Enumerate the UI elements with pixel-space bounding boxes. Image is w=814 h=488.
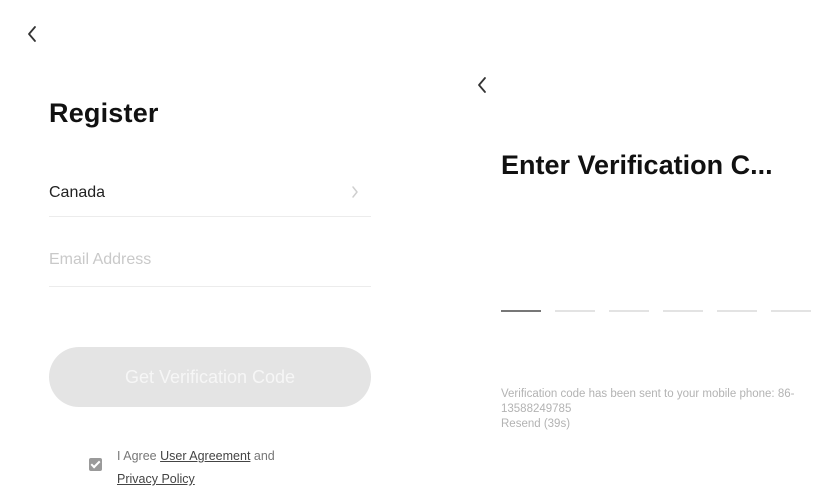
code-slot[interactable] — [501, 310, 541, 312]
agreement-prefix: I Agree — [117, 449, 161, 463]
code-slot[interactable] — [555, 310, 595, 312]
get-verification-code-button[interactable]: Get Verification Code — [49, 347, 371, 407]
email-field-row — [49, 238, 371, 287]
chevron-left-icon — [478, 77, 486, 93]
verification-info: Verification code has been sent to your … — [501, 387, 806, 432]
agree-checkbox[interactable] — [89, 458, 102, 471]
verify-page-title: Enter Verification C... — [501, 150, 773, 180]
verification-sent-text: Verification code has been sent to your … — [501, 388, 795, 415]
agreement-middle: and — [250, 449, 275, 463]
back-button[interactable] — [22, 22, 42, 46]
code-slot[interactable] — [717, 310, 757, 312]
code-slot[interactable] — [663, 310, 703, 312]
back-button-verify[interactable] — [472, 73, 492, 97]
email-field[interactable] — [49, 238, 371, 282]
chevron-left-icon — [28, 26, 36, 42]
user-agreement-link[interactable]: User Agreement — [160, 449, 250, 463]
resend-link[interactable]: Resend (39s) — [501, 417, 806, 432]
privacy-policy-link[interactable]: Privacy Policy — [117, 472, 195, 486]
code-slot[interactable] — [771, 310, 811, 312]
chevron-right-icon — [351, 185, 359, 199]
agreement-text: I Agree User Agreement and Privacy Polic… — [117, 445, 357, 488]
code-slot[interactable] — [609, 310, 649, 312]
verification-code-input[interactable] — [501, 310, 814, 314]
country-selector[interactable]: Canada — [49, 168, 371, 217]
app-screen: Register Canada Get Verification Code I … — [0, 0, 814, 488]
country-value: Canada — [49, 184, 106, 201]
page-title: Register — [49, 98, 159, 128]
